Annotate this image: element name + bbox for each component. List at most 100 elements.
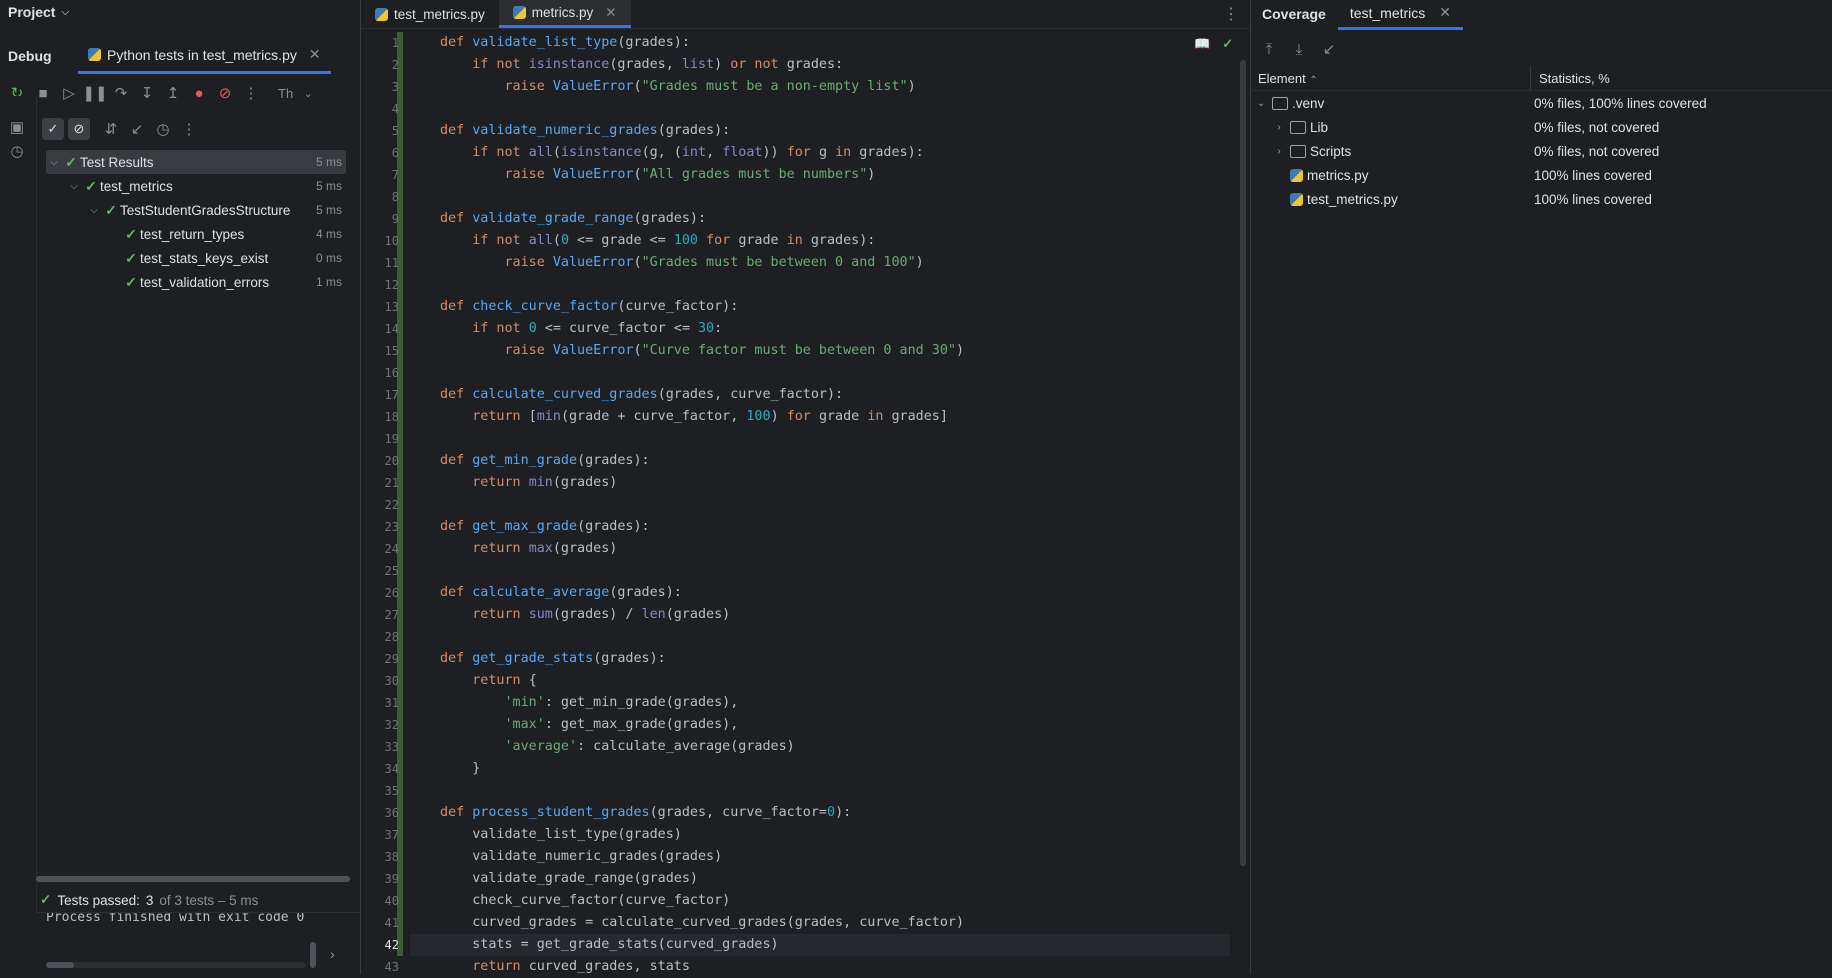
code-line[interactable]: return max(grades) <box>410 538 1230 560</box>
tab-test-metrics[interactable]: test_metrics.py <box>361 0 499 28</box>
test-row-root[interactable]: ⌵ ✓ Test Results 5 ms <box>46 150 346 174</box>
code-line[interactable]: return { <box>410 670 1230 692</box>
coverage-row[interactable]: metrics.py 100% lines covered <box>1254 163 1832 187</box>
tab-python-tests[interactable]: Python tests in test_metrics.py ✕ <box>78 39 331 74</box>
code-line[interactable]: 'average': calculate_average(grades) <box>410 736 1230 758</box>
code-line[interactable] <box>410 362 1230 384</box>
code-line[interactable]: raise ValueError("All grades must be num… <box>410 164 1230 186</box>
python-console-icon[interactable]: ▣ <box>6 116 28 138</box>
code-line[interactable]: if not all(isinstance(g, (int, float)) f… <box>410 142 1230 164</box>
code-line[interactable]: } <box>410 758 1230 780</box>
close-icon[interactable]: ✕ <box>605 5 616 21</box>
code-line[interactable]: return min(grades) <box>410 472 1230 494</box>
coverage-row[interactable]: › Scripts 0% files, not covered <box>1254 139 1832 163</box>
code-line[interactable] <box>410 274 1230 296</box>
code-line[interactable]: 'max': get_max_grade(grades), <box>410 714 1230 736</box>
code-line[interactable]: 'min': get_min_grade(grades), <box>410 692 1230 714</box>
show-passed-icon[interactable]: ✓ <box>42 118 64 140</box>
code-line[interactable] <box>410 494 1230 516</box>
test-row[interactable]: ✓ test_stats_keys_exist 0 ms <box>46 246 346 270</box>
tab-coverage-run[interactable]: test_metrics ✕ <box>1337 0 1464 30</box>
code-line[interactable]: def get_max_grade(grades): <box>410 516 1230 538</box>
code-line[interactable]: def validate_grade_range(grades): <box>410 208 1230 230</box>
more-icon[interactable]: ⋮ <box>240 82 262 104</box>
code-line[interactable]: if not isinstance(grades, list) or not g… <box>410 54 1230 76</box>
chevron-down-icon[interactable]: ⌵ <box>66 181 82 192</box>
code-line[interactable]: raise ValueError("Grades must be a non-e… <box>410 76 1230 98</box>
console-vertical-scrollbar[interactable] <box>310 942 316 968</box>
code-line[interactable]: if not 0 <= curve_factor <= 30: <box>410 318 1230 340</box>
chevron-right-icon[interactable]: › <box>1272 146 1286 157</box>
show-ignored-icon[interactable]: ⊘ <box>68 118 90 140</box>
column-statistics[interactable]: Statistics, % <box>1530 66 1610 90</box>
code-line[interactable]: def calculate_curved_grades(grades, curv… <box>410 384 1230 406</box>
chevron-down-icon[interactable]: ⌄ <box>1254 98 1268 109</box>
collapse-all-icon[interactable]: ⤓ <box>1288 38 1310 60</box>
mute-breakpoints-icon[interactable]: ⊘ <box>214 82 236 104</box>
code-line[interactable]: return curved_grades, stats <box>410 956 1230 978</box>
code-line[interactable] <box>410 98 1230 120</box>
test-row[interactable]: ✓ test_return_types 4 ms <box>46 222 346 246</box>
code-line[interactable] <box>410 428 1230 450</box>
code-line[interactable]: validate_numeric_grades(grades) <box>410 846 1230 868</box>
close-icon[interactable]: ✕ <box>309 46 321 63</box>
code-line[interactable]: if not all(0 <= grade <= 100 for grade i… <box>410 230 1230 252</box>
step-over-icon[interactable]: ↷ <box>110 82 132 104</box>
test-row-module[interactable]: ⌵ ✓ test_metrics 5 ms <box>46 174 346 198</box>
more-icon[interactable]: ⋮ <box>1223 4 1239 24</box>
column-element[interactable]: Element ⌃ <box>1250 71 1530 86</box>
reader-mode-icon[interactable]: 📖 <box>1194 36 1210 52</box>
code-line[interactable]: def get_grade_stats(grades): <box>410 648 1230 670</box>
code-line[interactable]: curved_grades = calculate_curved_grades(… <box>410 912 1230 934</box>
coverage-row[interactable]: › Lib 0% files, not covered <box>1254 115 1832 139</box>
step-into-icon[interactable]: ↧ <box>136 82 158 104</box>
code-line[interactable]: validate_grade_range(grades) <box>410 868 1230 890</box>
coverage-row[interactable]: test_metrics.py 100% lines covered <box>1254 187 1832 211</box>
code-line[interactable]: def validate_list_type(grades): <box>410 32 1230 54</box>
close-icon[interactable]: ✕ <box>1439 4 1451 21</box>
navigate-icon[interactable]: ↙ <box>1318 38 1340 60</box>
code-line[interactable]: def check_curve_factor(curve_factor): <box>410 296 1230 318</box>
code-line[interactable]: return [min(grade + curve_factor, 100) f… <box>410 406 1230 428</box>
code-line[interactable]: def calculate_average(grades): <box>410 582 1230 604</box>
code-line[interactable]: return sum(grades) / len(grades) <box>410 604 1230 626</box>
collapse-icon[interactable]: ↙ <box>126 118 148 140</box>
tab-metrics[interactable]: metrics.py ✕ <box>498 0 631 28</box>
code-line[interactable]: def get_min_grade(grades): <box>410 450 1230 472</box>
chevron-down-icon[interactable]: ⌵ <box>86 205 102 216</box>
thread-selector[interactable]: Th <box>278 86 293 101</box>
console-horizontal-scrollbar[interactable] <box>46 962 306 968</box>
code-line[interactable]: validate_list_type(grades) <box>410 824 1230 846</box>
editor-vertical-scrollbar[interactable] <box>1240 60 1246 866</box>
sort-icon[interactable]: ⇵ <box>100 118 122 140</box>
code-line[interactable] <box>410 186 1230 208</box>
expand-all-icon[interactable]: ⤒ <box>1258 38 1280 60</box>
code-content[interactable]: def validate_list_type(grades): if not i… <box>410 32 1230 978</box>
coverage-row[interactable]: ⌄ .venv 0% files, 100% lines covered <box>1254 91 1832 115</box>
project-header[interactable]: Project ⌵ <box>0 0 368 24</box>
tree-horizontal-scrollbar[interactable] <box>36 876 350 882</box>
test-row-class[interactable]: ⌵ ✓ TestStudentGradesStructure 5 ms <box>46 198 346 222</box>
code-line[interactable]: def process_student_grades(grades, curve… <box>410 802 1230 824</box>
code-line[interactable]: stats = get_grade_stats(curved_grades) <box>410 934 1230 956</box>
history-icon[interactable]: ◷ <box>6 140 28 162</box>
no-problems-check-icon[interactable]: ✓ <box>1222 36 1233 52</box>
step-out-icon[interactable]: ↥ <box>162 82 184 104</box>
code-line[interactable]: raise ValueError("Grades must be between… <box>410 252 1230 274</box>
pause-icon[interactable]: ❚❚ <box>82 82 107 104</box>
test-row[interactable]: ✓ test_validation_errors 1 ms <box>46 270 346 294</box>
more-icon[interactable]: ⋮ <box>178 118 200 140</box>
chevron-right-icon[interactable]: › <box>330 946 335 962</box>
chevron-down-icon[interactable]: ⌄ <box>297 82 319 104</box>
chevron-down-icon[interactable]: ⌵ <box>46 157 62 168</box>
code-line[interactable]: check_curve_factor(curve_factor) <box>410 890 1230 912</box>
code-line[interactable] <box>410 780 1230 802</box>
breakpoints-icon[interactable]: ● <box>188 82 210 104</box>
chevron-right-icon[interactable]: › <box>1272 122 1286 133</box>
resume-icon[interactable]: ▷ <box>58 82 80 104</box>
test-history-icon[interactable]: ◷ <box>152 118 174 140</box>
code-line[interactable]: def validate_numeric_grades(grades): <box>410 120 1230 142</box>
code-line[interactable] <box>410 560 1230 582</box>
code-line[interactable] <box>410 626 1230 648</box>
code-line[interactable]: raise ValueError("Curve factor must be b… <box>410 340 1230 362</box>
